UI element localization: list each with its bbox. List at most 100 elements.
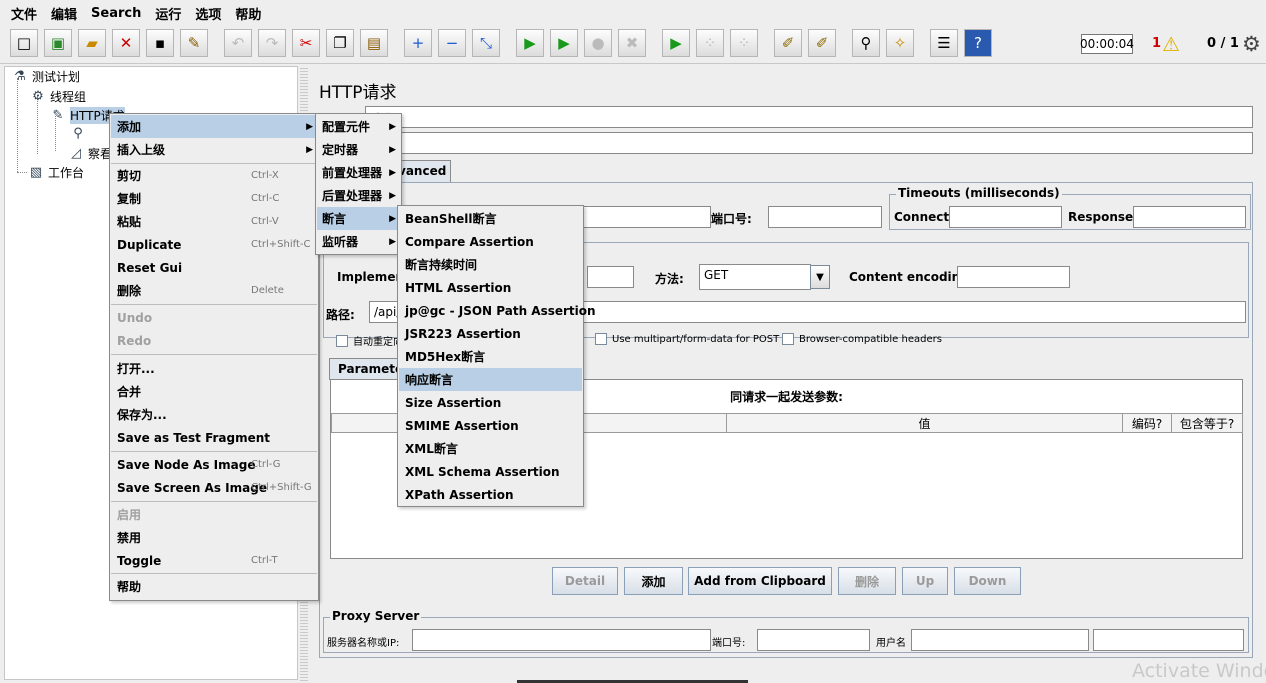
save-icon[interactable]: ▪ <box>146 29 174 57</box>
assertion-duration[interactable]: 断言持续时间 <box>399 253 582 276</box>
submenu-assertion[interactable]: 断言 ▶ <box>317 207 400 230</box>
proxy-host-field[interactable] <box>412 629 711 651</box>
cut-icon[interactable]: ✂ <box>292 29 320 57</box>
browser-headers-checkbox[interactable]: Browser-compatible headers <box>782 333 942 345</box>
menu-item-duplicate[interactable]: Duplicate Ctrl+Shift-C <box>111 233 317 256</box>
menu-item-add[interactable]: 添加 ▶ <box>111 115 317 138</box>
menu-item-insert-parent[interactable]: 插入上级 ▶ <box>111 138 317 161</box>
column-value[interactable]: 值 <box>726 413 1123 433</box>
shutdown-icon[interactable]: ✖ <box>618 29 646 57</box>
warning-icon[interactable]: ⚠ <box>1162 32 1180 56</box>
submenu-pre-processor[interactable]: 前置处理器 ▶ <box>317 161 400 184</box>
menu-item-toggle[interactable]: Toggle Ctrl-T <box>111 549 317 572</box>
tree-node-child[interactable]: ⚲ <box>69 124 90 142</box>
stop-icon[interactable]: ● <box>584 29 612 57</box>
remote-start-icon[interactable]: ▶ <box>662 29 690 57</box>
submenu-config-element[interactable]: 配置元件 ▶ <box>317 115 400 138</box>
assertion-smime[interactable]: SMIME Assertion <box>399 414 582 437</box>
name-field[interactable]: 请求 <box>365 106 1253 128</box>
menu-help[interactable]: 帮助 <box>228 4 268 23</box>
start-icon[interactable]: ▶ <box>516 29 544 57</box>
remote-shutdown-icon[interactable]: ⁘ <box>730 29 758 57</box>
assertion-html[interactable]: HTML Assertion <box>399 276 582 299</box>
assertion-beanshell[interactable]: BeanShell断言 <box>399 207 582 230</box>
connect-timeout-field[interactable] <box>949 206 1062 228</box>
start-no-pause-icon[interactable]: ▶ <box>550 29 578 57</box>
menu-search[interactable]: Search <box>84 6 148 21</box>
proxy-password-field[interactable] <box>1093 629 1244 651</box>
down-button[interactable]: Down <box>954 567 1021 595</box>
menu-item-redo[interactable]: Redo <box>111 329 317 352</box>
assertion-xpath[interactable]: XPath Assertion <box>399 483 582 506</box>
auto-redirect-checkbox[interactable]: 自动重定向 <box>336 333 403 348</box>
chevron-down-icon[interactable]: ▼ <box>810 265 830 289</box>
assertion-response[interactable]: 响应断言 <box>399 368 582 391</box>
menu-item-merge[interactable]: 合并 <box>111 380 317 403</box>
new-icon[interactable]: □ <box>10 29 38 57</box>
protocol-field[interactable] <box>587 266 634 288</box>
column-include-equals[interactable]: 包含等于? <box>1171 413 1243 433</box>
proxy-user-field[interactable] <box>911 629 1089 651</box>
assertion-compare[interactable]: Compare Assertion <box>399 230 582 253</box>
expand-icon[interactable]: + <box>404 29 432 57</box>
reset-search-icon[interactable]: ✧ <box>886 29 914 57</box>
add-button[interactable]: 添加 <box>624 567 683 595</box>
assertion-size[interactable]: Size Assertion <box>399 391 582 414</box>
multipart-checkbox[interactable]: Use multipart/form-data for POST <box>595 333 779 345</box>
paste-icon[interactable]: ▤ <box>360 29 388 57</box>
up-button[interactable]: Up <box>902 567 948 595</box>
collapse-icon[interactable]: − <box>438 29 466 57</box>
response-timeout-field[interactable] <box>1133 206 1246 228</box>
delete-button[interactable]: 删除 <box>838 567 896 595</box>
assertion-md5hex[interactable]: MD5Hex断言 <box>399 345 582 368</box>
menu-item-enable[interactable]: 启用 <box>111 503 317 526</box>
clear-icon[interactable]: ✐ <box>774 29 802 57</box>
menu-edit[interactable]: 编辑 <box>44 4 84 23</box>
function-helper-icon[interactable]: ☰ <box>930 29 958 57</box>
menu-item-open[interactable]: 打开... <box>111 357 317 380</box>
menu-run[interactable]: 运行 <box>148 4 188 23</box>
remote-stop-icon[interactable]: ⁘ <box>696 29 724 57</box>
remote-indicator-icon[interactable]: ⚙ <box>1242 32 1261 56</box>
tree-node-listener[interactable]: ◿ 察看 <box>67 144 112 162</box>
menu-item-copy[interactable]: 复制 Ctrl-C <box>111 187 317 210</box>
assertion-jsr223[interactable]: JSR223 Assertion <box>399 322 582 345</box>
encoding-field[interactable] <box>957 266 1070 288</box>
column-encode[interactable]: 编码? <box>1122 413 1172 433</box>
detail-button[interactable]: Detail <box>552 567 618 595</box>
toggle-icon[interactable]: ⤡ <box>472 29 500 57</box>
add-from-clipboard-button[interactable]: Add from Clipboard <box>688 567 832 595</box>
redo-icon[interactable]: ↷ <box>258 29 286 57</box>
menu-item-undo[interactable]: Undo <box>111 306 317 329</box>
assertion-json-path[interactable]: jp@gc - JSON Path Assertion <box>399 299 596 322</box>
submenu-post-processor[interactable]: 后置处理器 ▶ <box>317 184 400 207</box>
close-icon[interactable]: ✕ <box>112 29 140 57</box>
tab-parameters[interactable]: Parameter <box>329 358 409 380</box>
undo-icon[interactable]: ↶ <box>224 29 252 57</box>
save-as-icon[interactable]: ✎ <box>180 29 208 57</box>
menu-options[interactable]: 选项 <box>188 4 228 23</box>
menu-item-disable[interactable]: 禁用 <box>111 526 317 549</box>
search-icon[interactable]: ⚲ <box>852 29 880 57</box>
open-icon[interactable]: ▰ <box>78 29 106 57</box>
menu-item-help[interactable]: 帮助 <box>111 575 317 598</box>
server-field[interactable] <box>579 206 711 228</box>
templates-icon[interactable]: ▣ <box>44 29 72 57</box>
menu-item-reset-gui[interactable]: Reset Gui <box>111 256 317 279</box>
menu-file[interactable]: 文件 <box>4 4 44 23</box>
copy-icon[interactable]: ❐ <box>326 29 354 57</box>
method-select[interactable]: GET <box>699 264 811 290</box>
submenu-listener[interactable]: 监听器 ▶ <box>317 230 400 253</box>
help-icon[interactable]: ? <box>964 29 992 57</box>
menu-item-save-fragment[interactable]: Save as Test Fragment <box>111 426 317 449</box>
port-field[interactable] <box>768 206 882 228</box>
proxy-port-field[interactable] <box>757 629 870 651</box>
menu-item-save-as[interactable]: 保存为... <box>111 403 317 426</box>
menu-item-save-screen-image[interactable]: Save Screen As Image Ctrl+Shift-G <box>111 476 317 499</box>
tree-node-thread-group[interactable]: ⚙ 线程组 <box>29 87 86 105</box>
assertion-xml-schema[interactable]: XML Schema Assertion <box>399 460 582 483</box>
submenu-timer[interactable]: 定时器 ▶ <box>317 138 400 161</box>
menu-item-cut[interactable]: 剪切 Ctrl-X <box>111 164 317 187</box>
assertion-xml[interactable]: XML断言 <box>399 437 582 460</box>
clear-all-icon[interactable]: ✐ <box>808 29 836 57</box>
